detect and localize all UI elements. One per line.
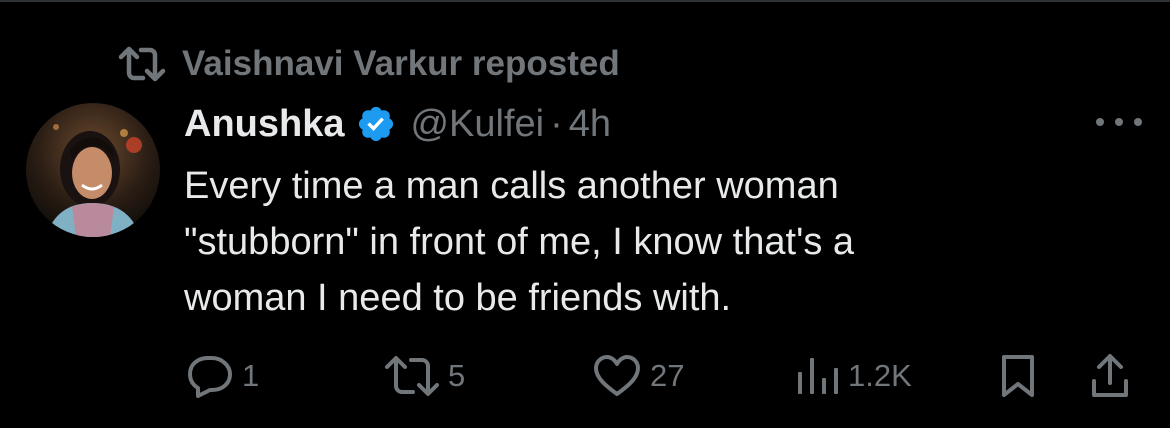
reply-icon	[186, 354, 234, 398]
repost-label: Vaishnavi Varkur reposted	[182, 44, 620, 83]
share-icon	[1090, 353, 1130, 399]
like-count: 27	[650, 358, 685, 393]
views-count: 1.2K	[848, 358, 912, 393]
more-dot	[1134, 118, 1142, 126]
bookmark-icon	[1000, 354, 1036, 398]
tweet-text: Every time a man calls another woman "st…	[184, 165, 855, 319]
more-dot	[1096, 118, 1104, 126]
views-button[interactable]: 1.2K	[796, 348, 912, 404]
like-button[interactable]: 27	[592, 348, 684, 404]
tweet-header: Anushka @Kulfei · 4h	[184, 98, 611, 150]
verified-badge-icon[interactable]	[356, 104, 396, 144]
separator-dot: ·	[550, 102, 563, 145]
repost-icon	[384, 355, 440, 397]
top-divider	[0, 0, 1170, 2]
repost-icon	[118, 44, 168, 84]
repost-context[interactable]: Vaishnavi Varkur reposted	[118, 40, 620, 88]
more-options-icon[interactable]	[1096, 110, 1142, 134]
author-avatar[interactable]	[26, 103, 160, 237]
reply-count: 1	[242, 358, 260, 393]
analytics-icon	[796, 356, 840, 396]
repost-button[interactable]: 5	[384, 348, 465, 404]
author-handle[interactable]: @Kulfei	[410, 103, 544, 146]
more-dot	[1115, 118, 1123, 126]
reply-button[interactable]: 1	[186, 348, 259, 404]
tweet-timestamp[interactable]: 4h	[569, 103, 611, 146]
heart-icon	[592, 354, 642, 398]
share-button[interactable]	[1090, 348, 1138, 404]
bookmark-button[interactable]	[1000, 348, 1044, 404]
repost-count: 5	[448, 358, 466, 393]
author-name[interactable]: Anushka	[184, 103, 344, 146]
tweet-actions: 1 5 27 1.2K	[0, 348, 1170, 404]
